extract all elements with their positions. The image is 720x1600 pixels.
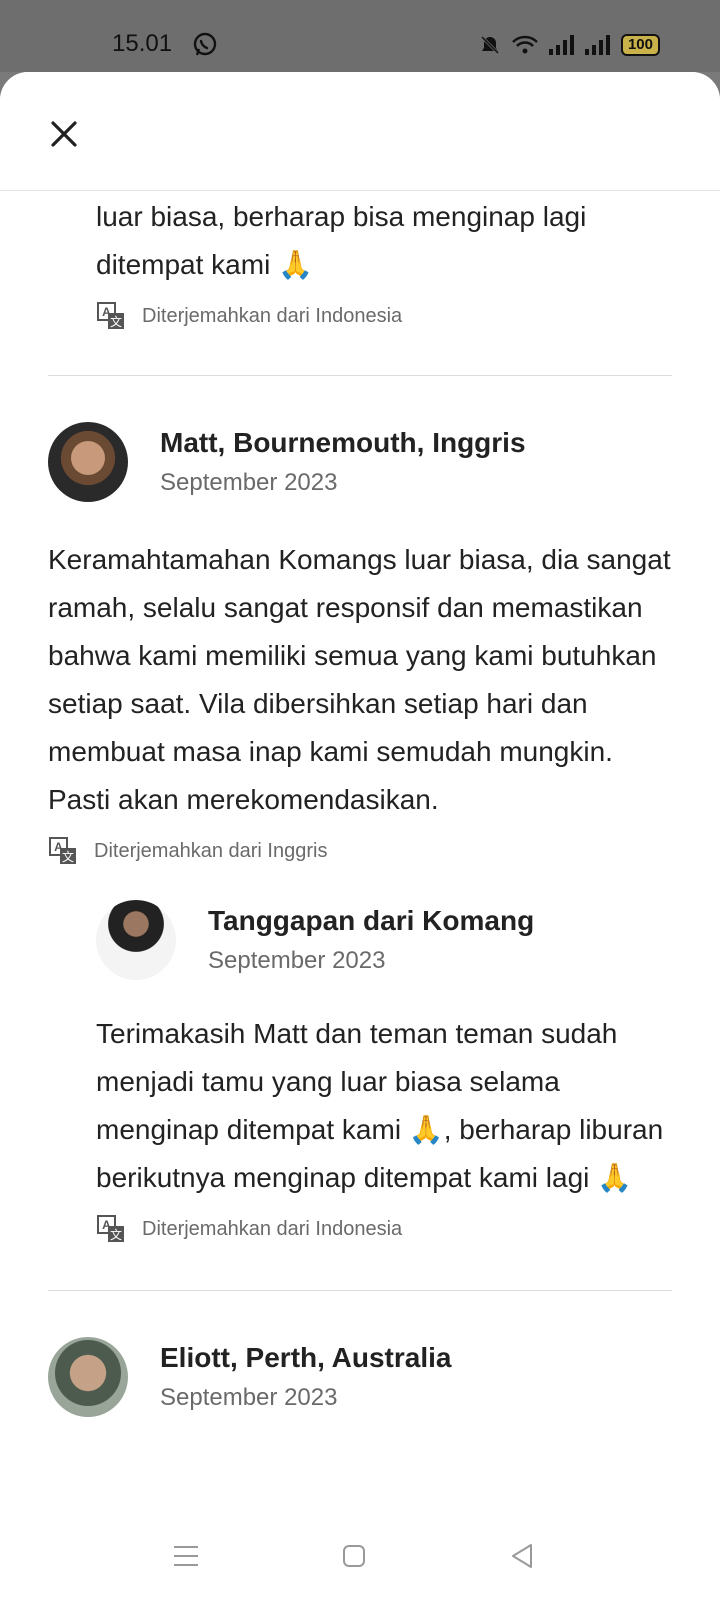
reviewer-name: Matt, Bournemouth, Inggris (160, 427, 526, 458)
translate-icon: A 文 (97, 1215, 124, 1242)
mute-icon (480, 35, 500, 55)
review-author: Matt, Bournemouth, Inggris September 202… (48, 422, 672, 502)
avatar[interactable] (48, 1337, 128, 1417)
host-response: Tanggapan dari Komang September 2023 Ter… (0, 866, 720, 1244)
close-icon (51, 121, 77, 147)
signal-icon (584, 35, 610, 55)
battery-icon: 100 (620, 34, 660, 56)
back-button[interactable] (506, 1540, 538, 1572)
menu-icon (174, 1546, 198, 1566)
review-date: September 2023 (160, 1384, 338, 1411)
sheet-header (0, 72, 720, 191)
wifi-icon (512, 35, 538, 54)
back-icon (512, 1544, 532, 1568)
translate-icon: A 文 (97, 302, 124, 329)
reviewer-name: Eliott, Perth, Australia (160, 1342, 452, 1373)
response-date: September 2023 (208, 947, 386, 974)
signal-icon (548, 35, 574, 55)
svg-text:文: 文 (110, 314, 122, 329)
response-text: Terimakasih Matt dan teman teman sudah m… (96, 1018, 664, 1193)
translation-label: Diterjemahkan dari Indonesia (142, 1217, 403, 1240)
translation-note: A 文 Diterjemahkan dari Indonesia (96, 301, 672, 331)
status-time: 15.01 (112, 30, 173, 57)
translate-icon: A 文 (49, 837, 76, 864)
response-text: luar biasa, berharap bisa menginap lagi … (96, 201, 587, 280)
status-icons: 100 (479, 34, 660, 56)
avatar[interactable] (48, 422, 128, 502)
responder-name: Tanggapan dari Komang (208, 905, 535, 936)
translation-note: A 文 Diterjemahkan dari Indonesia (96, 1214, 672, 1244)
home-button[interactable] (338, 1540, 370, 1572)
review-text: Keramahtamahan Komangs luar biasa, dia s… (48, 544, 671, 815)
translation-label: Diterjemahkan dari Indonesia (142, 304, 403, 327)
review-item: Matt, Bournemouth, Inggris September 202… (0, 376, 720, 866)
reviews-list[interactable]: luar biasa, berharap bisa menginap lagi … (0, 191, 720, 1512)
avatar[interactable] (96, 900, 176, 980)
svg-text:文: 文 (62, 849, 74, 864)
menu-button[interactable] (170, 1540, 202, 1572)
review-item: Eliott, Perth, Australia September 2023 (0, 1291, 720, 1417)
reviews-sheet: luar biasa, berharap bisa menginap lagi … (0, 72, 720, 1512)
status-bar: 15.01 100 (0, 0, 720, 72)
translation-note: A 文 Diterjemahkan dari Inggris (48, 836, 672, 866)
home-icon (343, 1545, 365, 1567)
close-button[interactable] (46, 116, 82, 152)
translation-label: Diterjemahkan dari Inggris (94, 839, 328, 862)
whatsapp-icon (193, 32, 217, 56)
response-author: Tanggapan dari Komang September 2023 (96, 900, 672, 980)
review-date: September 2023 (160, 469, 338, 496)
review-author: Eliott, Perth, Australia September 2023 (48, 1337, 672, 1417)
svg-text:文: 文 (110, 1227, 122, 1242)
host-response: luar biasa, berharap bisa menginap lagi … (0, 191, 720, 331)
system-nav-bar (0, 1512, 720, 1600)
